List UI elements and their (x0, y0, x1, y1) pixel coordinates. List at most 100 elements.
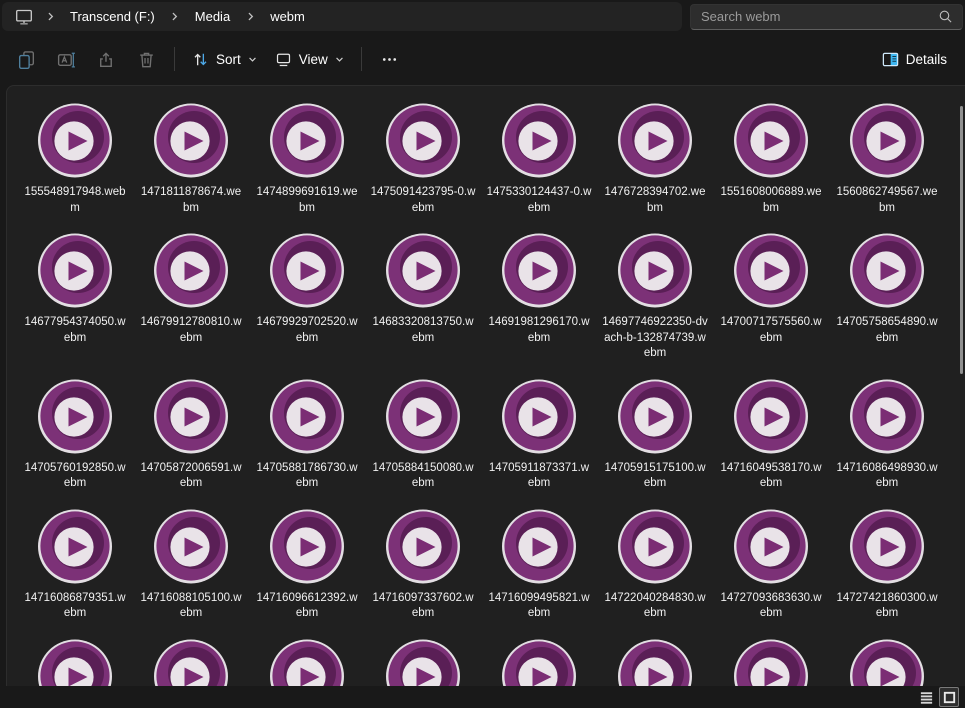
file-item[interactable]: 1560862749567.webm (831, 100, 943, 230)
file-name: 14705758654890.webm (836, 316, 938, 344)
file-item[interactable]: 14727421860300.webm (831, 506, 943, 636)
rename-button[interactable] (46, 41, 86, 77)
file-item[interactable]: 14705881786730.webm (251, 376, 363, 506)
mpv-play-icon (618, 379, 692, 453)
mpv-play-icon (502, 233, 576, 308)
mpv-play-icon (270, 379, 344, 453)
copy-button[interactable] (6, 41, 46, 77)
mpv-play-icon (618, 509, 692, 583)
file-item[interactable]: 14705915175100.webm (599, 376, 711, 506)
delete-button[interactable] (126, 41, 166, 77)
file-item[interactable]: 155548917948.webm (19, 100, 131, 230)
mpv-play-icon (618, 103, 692, 178)
breadcrumb-item-webm[interactable]: webm (262, 5, 313, 28)
titlebar: Transcend (F:) Media webm (0, 0, 965, 33)
search-box[interactable] (690, 3, 963, 30)
sort-button[interactable]: Sort (183, 41, 266, 77)
file-item[interactable]: 14683320813750.webm (367, 230, 479, 360)
vertical-scrollbar-thumb[interactable] (960, 106, 963, 374)
breadcrumb-item-drive[interactable]: Transcend (F:) (62, 5, 163, 28)
file-item[interactable]: 1551608006889.webm (715, 100, 827, 230)
copy-icon (18, 50, 34, 69)
file-item[interactable]: 14705872006591.webm (135, 376, 247, 506)
file-name: 14705760192850.webm (24, 461, 126, 490)
address-bar[interactable]: Transcend (F:) Media webm (2, 2, 682, 31)
search-icon[interactable] (937, 8, 954, 25)
mpv-play-icon (154, 233, 228, 308)
list-view-icon (920, 691, 932, 704)
file-item[interactable]: 14716096612392.webm (251, 506, 363, 636)
mpv-play-icon (502, 509, 576, 583)
large-icons-view-toggle[interactable] (939, 687, 959, 707)
file-name: 14705911873371.webm (488, 461, 590, 490)
file-item[interactable]: 14705758654890.webm (831, 230, 943, 360)
file-name: 14679929702520.webm (256, 316, 358, 344)
large-icons-view-icon (943, 691, 955, 703)
file-name: 14691981296170.webm (488, 316, 590, 344)
share-button[interactable] (86, 41, 126, 77)
file-item[interactable]: 14716097337602.webm (367, 506, 479, 636)
this-pc-button[interactable] (10, 4, 38, 30)
file-item[interactable]: 14677954374050.webm (19, 230, 131, 360)
file-name: 14727093683630.webm (720, 591, 822, 620)
file-item[interactable]: 14716086498930.webm (831, 376, 943, 506)
mpv-play-icon (386, 233, 460, 308)
mpv-play-icon (386, 509, 460, 583)
file-name: 14716088105100.webm (140, 591, 242, 620)
breadcrumb-chevron[interactable] (163, 4, 187, 30)
details-view-toggle[interactable] (916, 687, 936, 707)
mpv-play-icon (38, 379, 112, 453)
file-name: 14705881786730.webm (256, 461, 358, 490)
breadcrumb-item-media[interactable]: Media (187, 5, 238, 28)
see-more-button[interactable] (370, 41, 410, 77)
mpv-play-icon (386, 103, 460, 178)
file-item[interactable]: 14697746922350-dvach-b-132874739.webm (599, 230, 711, 376)
search-input[interactable] (701, 9, 937, 24)
file-item[interactable]: 14705884150080.webm (367, 376, 479, 506)
file-name: 14716049538170.webm (720, 461, 822, 490)
file-item[interactable]: 14700717575560.webm (715, 230, 827, 360)
breadcrumb-chevron[interactable] (38, 4, 62, 30)
file-name: 14716099495821.webm (488, 591, 590, 620)
file-item[interactable]: 14705760192850.webm (19, 376, 131, 506)
file-item[interactable]: 14727093683630.webm (715, 506, 827, 636)
file-item[interactable]: 14722040284830.webm (599, 506, 711, 636)
file-item[interactable]: 1475091423795-0.webm (367, 100, 479, 230)
file-item[interactable]: 1471811878674.webm (135, 100, 247, 230)
file-name: 14716096612392.webm (256, 591, 358, 620)
file-item[interactable]: 14716088105100.webm (135, 506, 247, 636)
file-item[interactable]: 14691981296170.webm (483, 230, 595, 360)
mpv-play-icon (270, 103, 344, 178)
file-item[interactable]: 14705911873371.webm (483, 376, 595, 506)
file-explorer-window: Transcend (F:) Media webm Search webm So… (0, 0, 965, 708)
file-name: 1475330124437-0.webm (486, 186, 592, 214)
file-name: 14677954374050.webm (24, 316, 126, 344)
view-button[interactable]: View (266, 41, 353, 77)
file-item[interactable]: 14679912780810.webm (135, 230, 247, 360)
mpv-play-icon (38, 103, 112, 178)
file-item[interactable]: 14716049538170.webm (715, 376, 827, 506)
chevron-right-icon (47, 12, 53, 21)
file-item[interactable]: 1476728394702.webm (599, 100, 711, 230)
file-name: 14727421860300.webm (836, 591, 938, 620)
file-name: 14705872006591.webm (140, 461, 242, 490)
view-label: View (298, 51, 328, 67)
file-item[interactable]: 14716099495821.webm (483, 506, 595, 636)
file-name: 1560862749567.webm (836, 186, 938, 214)
sort-label: Sort (216, 51, 241, 67)
file-item[interactable]: 1474899691619.webm (251, 100, 363, 230)
mpv-play-icon (270, 233, 344, 308)
file-item[interactable]: 1475330124437-0.webm (483, 100, 595, 230)
breadcrumb-chevron[interactable] (238, 4, 262, 30)
file-name: 1474899691619.webm (256, 186, 358, 214)
rename-icon (57, 52, 75, 67)
mpv-play-icon (502, 379, 576, 453)
file-name: 14722040284830.webm (604, 591, 706, 620)
content-area: 155548917948.webm 1471811878674.webm 147… (6, 85, 965, 708)
details-pane-icon (882, 52, 898, 66)
mpv-play-icon (154, 103, 228, 178)
file-item[interactable]: 14716086879351.webm (19, 506, 131, 636)
details-button[interactable]: Details (873, 41, 955, 77)
file-item[interactable]: 14679929702520.webm (251, 230, 363, 360)
file-name: 14697746922350-dvach-b-132874739.webm (602, 316, 708, 359)
